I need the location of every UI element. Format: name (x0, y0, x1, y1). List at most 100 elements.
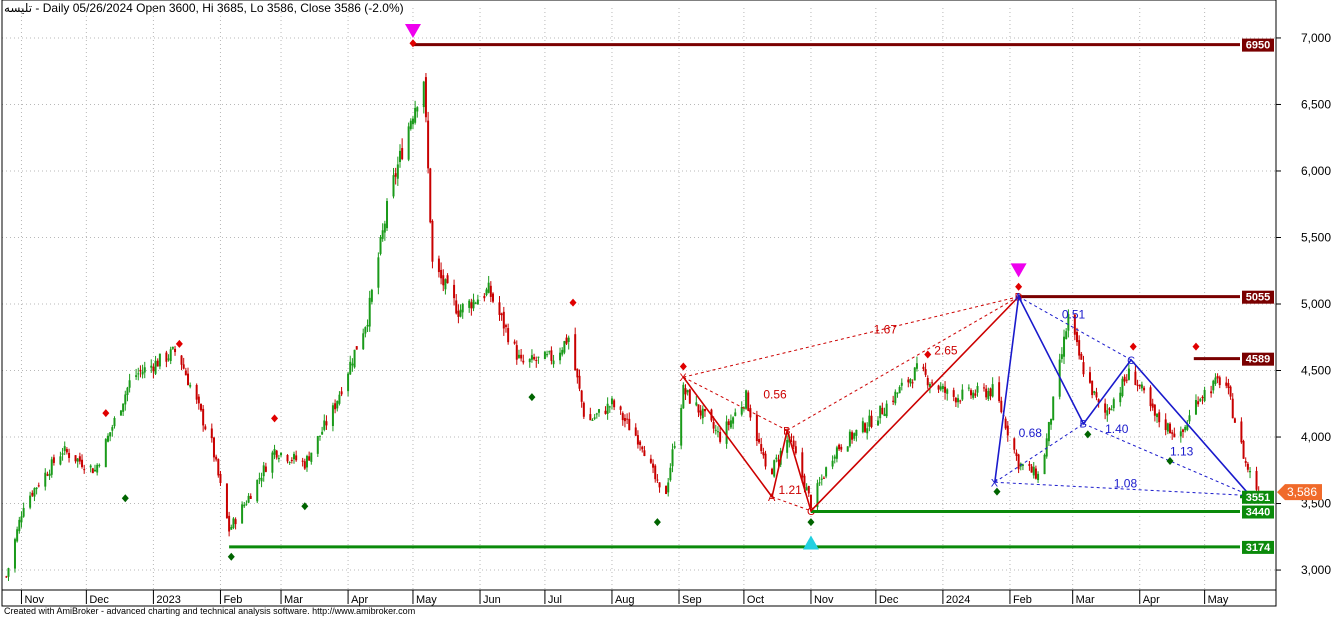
candle-body (628, 418, 631, 431)
candle-body (437, 258, 440, 273)
candle-body (520, 354, 523, 359)
candle-body (546, 354, 549, 356)
candle-body (44, 472, 47, 487)
candle-body (1151, 403, 1154, 408)
candle-body (729, 420, 732, 428)
candle-body (818, 482, 821, 484)
candle-body (219, 473, 222, 483)
candle-body (33, 488, 36, 497)
candle-body (429, 168, 432, 223)
candle-body (109, 432, 112, 437)
candle-body (65, 449, 68, 453)
candle-body (1006, 425, 1009, 436)
candle-body (639, 441, 642, 445)
candle-body (379, 237, 382, 254)
candle-body (440, 269, 443, 279)
candle-body (561, 349, 564, 355)
x-tick-label: Apr (1143, 594, 1160, 606)
candle-body (199, 403, 202, 411)
candle-body (35, 487, 38, 490)
candle-body (264, 466, 267, 472)
y-tick-label: 4,500 (1301, 364, 1331, 378)
candle-body (1171, 432, 1174, 434)
candle-body (1112, 399, 1115, 409)
candle-body (991, 384, 994, 397)
candle-body (81, 459, 84, 468)
candle-body (597, 409, 600, 413)
candle-body (489, 285, 492, 297)
pattern-ratio-label: 1.40 (1105, 422, 1129, 436)
candle-body (409, 120, 412, 129)
candle-body (749, 408, 752, 418)
candle-body (1246, 463, 1249, 470)
candle-body (347, 373, 350, 392)
candle-body (1249, 471, 1252, 473)
candle-body (1212, 380, 1215, 391)
candle-body (74, 455, 77, 462)
candle-body (1242, 441, 1245, 459)
candle-body (325, 421, 328, 426)
candle-body (366, 324, 369, 327)
candle-body (247, 495, 250, 503)
candle-body (104, 439, 107, 468)
candle-body (671, 449, 674, 467)
candle-body (472, 299, 475, 309)
candle-body (712, 422, 715, 429)
candle-body (851, 432, 854, 440)
candle-body (20, 516, 23, 523)
candle-body (1194, 399, 1197, 415)
pattern-point-C: C (1127, 355, 1135, 367)
candle-body (1028, 463, 1031, 467)
candle-body (535, 359, 538, 361)
candle-body (1037, 473, 1040, 480)
candle-body (773, 460, 776, 477)
candle-body (879, 405, 882, 419)
candle-body (792, 440, 795, 447)
pattern-ratio-label: 1.21 (779, 483, 803, 497)
candle-body (725, 421, 728, 444)
candle-body (334, 403, 337, 410)
y-tick-label: 3,000 (1301, 563, 1331, 577)
candle-body (864, 423, 867, 432)
candle-body (1095, 392, 1098, 398)
candle-body (83, 469, 86, 471)
x-tick-label: May (1208, 594, 1229, 606)
candle-body (1080, 353, 1083, 360)
candle-body (165, 352, 168, 362)
pattern-ratio-line (786, 296, 1019, 431)
candle-body (866, 428, 869, 434)
candle-body (727, 421, 730, 426)
candle-body (1231, 398, 1234, 419)
candle-body (431, 220, 434, 262)
candle-body (680, 408, 683, 446)
candle-body (444, 279, 447, 290)
candle-body (368, 297, 371, 327)
candle-body (881, 407, 884, 415)
y-tick-label: 4,000 (1301, 430, 1331, 444)
candle-body (1106, 410, 1109, 416)
candle-body (1108, 408, 1111, 411)
swing-high-marker (679, 362, 687, 371)
pattern-ratio-label: 2.65 (934, 344, 958, 358)
y-tick-label: 7,000 (1301, 31, 1331, 45)
candle-body (758, 438, 761, 443)
candle-body (1225, 382, 1228, 386)
candle-body (407, 126, 410, 160)
candle-body (396, 164, 399, 179)
candle-body (909, 378, 912, 384)
candle-body (353, 349, 356, 368)
candle-body (455, 300, 458, 314)
x-tick-label: Dec (89, 594, 109, 606)
candle-body (98, 464, 101, 466)
pattern-ratio-label: 0.51 (1062, 308, 1086, 322)
candle-body (654, 465, 657, 480)
candle-body (256, 479, 259, 502)
x-tick-label: Sep (682, 594, 702, 606)
price-chart[interactable]: 3,0003,5004,0004,5005,0005,5006,0006,500… (0, 0, 1336, 619)
candle-body (855, 429, 858, 436)
candle-body (1214, 377, 1217, 384)
candle-body (241, 504, 244, 524)
candle-body (293, 453, 296, 460)
candle-body (1255, 470, 1258, 490)
candle-body (504, 325, 507, 327)
